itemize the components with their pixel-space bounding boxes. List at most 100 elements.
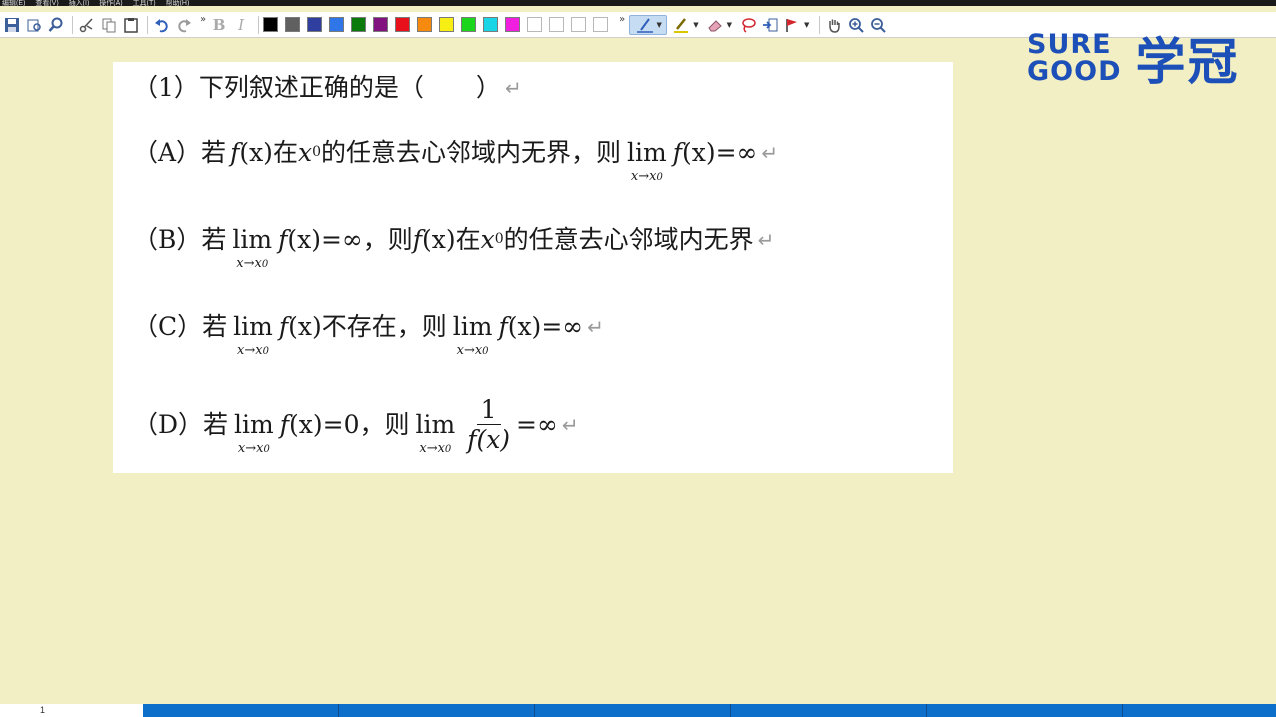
status-bar — [0, 704, 1276, 717]
chevron-down-icon[interactable]: ▼ — [804, 21, 809, 29]
math-f: f — [412, 225, 422, 254]
redo-icon[interactable] — [174, 15, 194, 35]
color-swatch-blue[interactable] — [329, 17, 345, 32]
status-divider — [338, 704, 339, 717]
flag-icon[interactable] — [782, 15, 802, 35]
color-swatch-yellow[interactable] — [439, 17, 455, 32]
color-swatch-green[interactable] — [351, 17, 367, 32]
color-swatch-lime[interactable] — [461, 17, 477, 32]
question-title: （1）下列叙述正确的是（ ） ↵ — [133, 73, 522, 103]
color-swatch-cyan[interactable] — [483, 17, 499, 32]
option-a-label: （A）若 — [133, 138, 227, 167]
menu-view[interactable]: 查看(V) — [35, 0, 58, 10]
lim-sub: x→x — [236, 256, 262, 271]
color-swatch-navy[interactable] — [307, 17, 323, 32]
lasso-icon[interactable] — [738, 15, 758, 35]
menu-edit[interactable]: 编辑(E) — [2, 0, 25, 10]
toolbar-separator — [819, 15, 821, 34]
menu-tools[interactable]: 工具(T) — [133, 0, 156, 10]
highlighter-icon[interactable] — [671, 15, 691, 35]
search-icon[interactable] — [46, 15, 66, 35]
save-icon[interactable] — [2, 15, 22, 35]
eraser-icon[interactable] — [705, 15, 725, 35]
question-card: （1）下列叙述正确的是（ ） ↵ （A）若 f (x) 在 x0 的任意去心邻域… — [113, 62, 953, 473]
pen-icon — [636, 17, 653, 33]
math-arg: (x) — [288, 312, 322, 341]
color-swatch-custom-2[interactable] — [549, 17, 565, 32]
insert-icon[interactable] — [760, 15, 780, 35]
option-d-label: （D）若 — [133, 410, 229, 439]
cut-icon[interactable] — [77, 15, 97, 35]
zoom-in-icon[interactable] — [846, 15, 866, 35]
math-f: f — [278, 225, 288, 254]
lim-word: lim — [233, 312, 273, 341]
toolbar-overflow-chevron[interactable]: » — [200, 14, 206, 25]
hand-icon[interactable] — [824, 15, 844, 35]
color-swatch-custom-3[interactable] — [571, 17, 587, 32]
menu-insert[interactable]: 插入(I) — [69, 0, 90, 10]
status-divider — [730, 704, 731, 717]
math-arg: (x) — [287, 225, 321, 254]
option-b-text: =∞，则 — [320, 225, 413, 254]
toolbar-separator — [147, 15, 148, 34]
math-sub: 0 — [494, 231, 504, 247]
limit-expression: lim x→x0 — [627, 138, 667, 185]
paste-icon[interactable] — [121, 15, 141, 35]
option-a: （A）若 f (x) 在 x0 的任意去心邻域内无界，则 lim x→x0 f (… — [133, 138, 778, 185]
window-top-strip — [0, 0, 1276, 6]
copy-icon[interactable] — [99, 15, 119, 35]
lim-word: lim — [232, 225, 273, 254]
option-d-text: =∞ — [516, 410, 558, 439]
lim-sub-index: 0 — [444, 444, 452, 455]
print-preview-icon[interactable] — [24, 15, 44, 35]
chevron-down-icon[interactable]: ▼ — [727, 21, 732, 29]
color-swatch-magenta[interactable] — [505, 17, 521, 32]
math-f: f — [279, 410, 290, 439]
color-swatch-orange[interactable] — [417, 17, 433, 32]
math-f: f — [230, 138, 240, 167]
limit-expression: lim x→x0 — [234, 410, 274, 457]
option-a-text: 的任意去心邻域内无界，则 — [320, 138, 621, 167]
limit-expression: lim x→x0 — [233, 312, 273, 359]
lim-word: lim — [234, 410, 274, 439]
status-divider — [534, 704, 535, 717]
color-swatch-red[interactable] — [395, 17, 411, 32]
page-tab[interactable]: 1 — [0, 704, 143, 717]
chevron-down-icon[interactable]: ▼ — [693, 21, 698, 29]
logo-line-2: GOOD — [1027, 56, 1122, 87]
lim-sub-index: 0 — [262, 346, 269, 357]
math-arg: (x) — [239, 138, 273, 167]
return-glyph: ↵ — [504, 76, 522, 100]
toolbar-separator — [258, 15, 260, 34]
zoom-out-icon[interactable] — [868, 15, 888, 35]
undo-icon[interactable] — [152, 15, 172, 35]
color-swatch-custom-1[interactable] — [527, 17, 543, 32]
color-swatch-black[interactable] — [263, 17, 279, 32]
suregood-logo: SURE GOOD 学冠 — [1027, 28, 1239, 91]
logo-line-1: SURE — [1027, 29, 1112, 60]
lim-word: lim — [415, 410, 456, 439]
lim-sub-index: 0 — [261, 259, 269, 270]
option-a-text: 在 — [272, 138, 298, 167]
color-swatch-gray[interactable] — [285, 17, 301, 32]
color-swatch-purple[interactable] — [373, 17, 389, 32]
math-x: x — [297, 138, 313, 167]
menu-help[interactable]: 帮助(H) — [166, 0, 190, 10]
math-sub: 0 — [312, 144, 321, 160]
limit-expression: lim x→x0 — [453, 312, 493, 359]
status-divider — [1122, 704, 1123, 717]
color-swatch-custom-4[interactable] — [593, 17, 609, 32]
toolbar-overflow-chevron[interactable]: » — [619, 14, 625, 25]
lim-sub: x→x — [419, 441, 445, 456]
math-f: f — [278, 312, 289, 341]
italic-button[interactable]: I — [232, 16, 250, 34]
bold-button[interactable]: B — [210, 16, 228, 34]
lim-sub: x→x — [237, 441, 264, 456]
math-f: f — [672, 138, 682, 167]
logo-text-cn: 学冠 — [1135, 33, 1240, 91]
pen-tool-button[interactable]: ▼ — [629, 14, 668, 35]
lim-sub: x→x — [456, 343, 483, 358]
question-title-prefix: （1）下列叙述正确的是（ — [133, 73, 424, 102]
menu-actions[interactable]: 操作(A) — [99, 0, 122, 10]
math-arg: (x) — [422, 225, 456, 254]
